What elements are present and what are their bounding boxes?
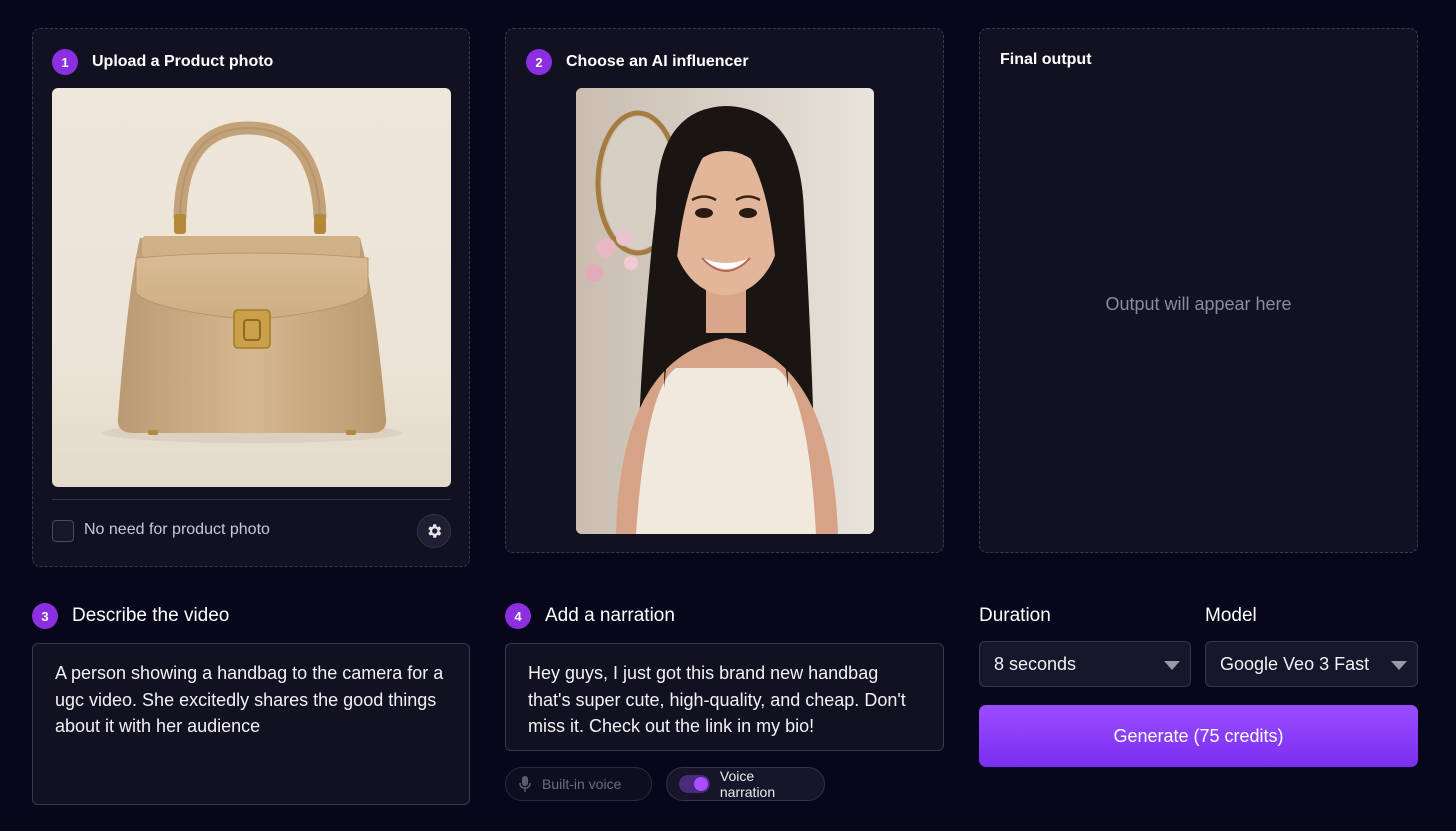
product-photo[interactable] [52,88,451,487]
model-value: Google Veo 3 Fast [1220,653,1370,674]
narration-step-title: Add a narration [545,605,675,626]
generate-button[interactable]: Generate (75 credits) [979,705,1418,767]
voice-narration-switch[interactable] [679,775,710,793]
microphone-icon [519,776,531,792]
narration-step-header: 4 Add a narration [505,603,675,629]
influencer-step-header: 2 Choose an AI influencer [526,49,749,75]
product-step-title: Upload a Product photo [92,53,274,70]
chevron-down-icon [1391,661,1407,670]
chevron-down-icon [1164,661,1180,670]
output-placeholder: Output will appear here [1105,294,1292,314]
step-number-badge: 3 [32,603,58,629]
influencer-step-title: Choose an AI influencer [566,53,749,70]
builtin-voice-toggle[interactable]: Built-in voice [505,767,652,801]
switch-knob [693,777,708,791]
influencer-card[interactable]: 2 Choose an AI influencer [505,28,944,553]
duration-select[interactable]: 8 seconds [979,641,1191,687]
voice-narration-toggle[interactable]: Voice narration [666,767,825,801]
video-description-input[interactable]: A person showing a handbag to the camera… [32,643,470,805]
handbag-image [102,121,402,443]
model-select[interactable]: Google Veo 3 Fast [1205,641,1418,687]
product-step-header: 1 Upload a Product photo [52,49,273,75]
app-page: 1 Upload a Product photo No need for pro… [0,0,1456,831]
builtin-voice-label: Built-in voice [542,776,622,792]
step-number-badge: 2 [526,49,552,75]
no-product-photo-label: No need for product photo [84,521,270,538]
step-number-badge: 4 [505,603,531,629]
divider [52,499,451,500]
influencer-portrait-image [576,88,874,534]
output-title: Final output [1000,51,1092,68]
duration-value: 8 seconds [994,653,1077,674]
narration-input[interactable]: Hey guys, I just got this brand new hand… [505,643,944,751]
final-output-card: Final output Output will appear here [979,28,1418,553]
settings-button[interactable] [417,514,451,548]
step-number-badge: 1 [52,49,78,75]
gear-icon [428,524,442,538]
model-label: Model [1205,605,1257,626]
voice-narration-label: Voice narration [719,768,776,800]
duration-label: Duration [979,605,1051,626]
describe-step-title: Describe the video [72,605,230,626]
influencer-photo[interactable] [576,88,874,534]
product-upload-card[interactable]: 1 Upload a Product photo No need for pro… [32,28,470,567]
no-product-photo-checkbox[interactable] [52,520,74,542]
describe-step-header: 3 Describe the video [32,603,229,629]
